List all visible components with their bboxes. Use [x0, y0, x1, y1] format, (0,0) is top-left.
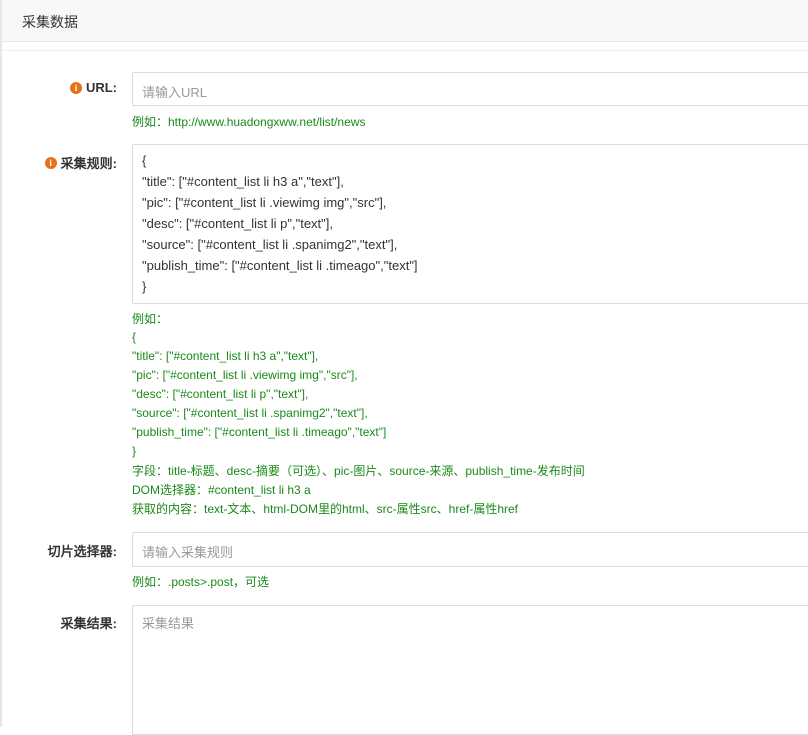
url-hint: 例如：http://www.huadongxww.net/list/news	[132, 115, 366, 129]
info-circle-icon: i	[44, 156, 57, 169]
header-divider	[2, 42, 808, 51]
result-label: 采集结果:	[61, 613, 117, 632]
rules-help-line: DOM选择器：#content_list li h3 a	[132, 483, 311, 497]
url-input[interactable]: 请输入URL	[132, 72, 808, 106]
rules-line: "pic": ["#content_list li .viewimg img",…	[142, 195, 387, 210]
rules-help-line: 获取的内容：text-文本、html-DOM里的html、src-属性src、h…	[132, 502, 519, 516]
result-textarea[interactable]: 采集结果	[132, 605, 808, 735]
window-edge	[0, 0, 2, 727]
url-label-text: URL:	[85, 80, 117, 95]
url-label: i URL:	[69, 80, 117, 95]
slice-label-text: 切片选择器:	[47, 544, 117, 559]
rules-help-line: {	[132, 330, 137, 344]
rules-line: "publish_time": ["#content_list li .time…	[142, 258, 418, 273]
dialog-title: 采集数据	[22, 14, 78, 30]
slice-placeholder: 请输入采集规则	[142, 545, 234, 560]
rules-help-line: 例如：	[132, 312, 169, 326]
url-placeholder: 请输入URL	[142, 85, 208, 100]
rules-label-text: 采集规则:	[60, 156, 117, 171]
rules-line: }	[142, 279, 147, 294]
result-placeholder: 采集结果	[142, 616, 195, 631]
slice-hint: 例如：.posts>.post，可选	[132, 575, 270, 589]
slice-label: 切片选择器:	[48, 541, 117, 560]
result-label-text: 采集结果:	[60, 616, 117, 631]
slice-selector-input[interactable]: 请输入采集规则	[132, 532, 808, 567]
rules-help-line: "source": ["#content_list li .spanimg2",…	[132, 406, 368, 420]
rules-help-line: "pic": ["#content_list li .viewimg img",…	[132, 368, 358, 382]
rules-label: i 采集规则:	[44, 153, 117, 172]
rules-line: "source": ["#content_list li .spanimg2",…	[142, 237, 398, 252]
dialog-header: 采集数据	[2, 0, 808, 42]
rules-help-line: }	[132, 444, 137, 458]
rules-line: {	[142, 153, 147, 168]
rules-help-line: "publish_time": ["#content_list li .time…	[132, 425, 387, 439]
rules-help-line: "title": ["#content_list li h3 a","text"…	[132, 349, 319, 363]
info-circle-icon: i	[69, 81, 82, 94]
rules-help-line: 字段：title-标题、desc-摘要（可选）、pic-图片、source-来源…	[132, 464, 585, 478]
rules-line: "desc": ["#content_list li p","text"],	[142, 216, 333, 231]
rules-textarea[interactable]: { "title": ["#content_list li h3 a","tex…	[132, 144, 808, 304]
rules-line: "title": ["#content_list li h3 a","text"…	[142, 174, 344, 189]
rules-help-line: "desc": ["#content_list li p","text"],	[132, 387, 309, 401]
